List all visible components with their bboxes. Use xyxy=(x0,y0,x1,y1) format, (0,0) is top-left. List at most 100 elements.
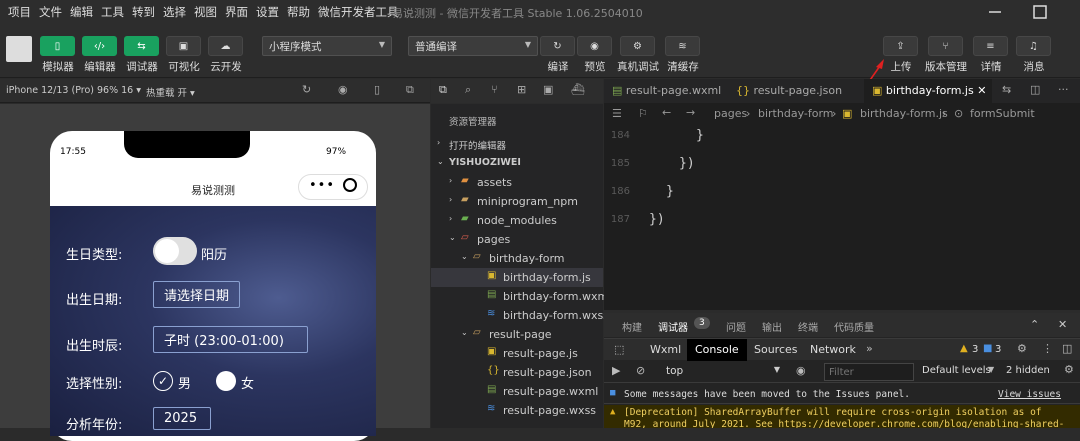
eye-icon[interactable]: ◉ xyxy=(796,364,806,377)
male-radio[interactable]: ✓ xyxy=(153,371,173,391)
open-editors-section[interactable]: › 打开的编辑器 xyxy=(431,135,603,154)
compile-select[interactable]: 普通编译 ▼ xyxy=(408,36,538,56)
tab-network[interactable]: Network xyxy=(802,339,864,361)
search-icon[interactable]: ⌕ xyxy=(465,83,471,97)
extensions-icon[interactable]: ⊞ xyxy=(517,83,526,96)
tab-issues[interactable]: 问题 xyxy=(726,319,746,334)
code-editor[interactable]: 184 } 185 }) 186 } 187 }) xyxy=(604,125,1080,310)
avatar[interactable] xyxy=(6,36,32,62)
tab-debugger[interactable]: 调试器 xyxy=(658,319,688,334)
stop-icon[interactable]: ◉ xyxy=(338,83,348,96)
split-icon[interactable]: ◫ xyxy=(1030,83,1040,96)
project-root[interactable]: ⌄ YISHUOZIWEI xyxy=(431,154,603,173)
compare-icon[interactable]: ⇆ xyxy=(1002,83,1011,96)
tree-item[interactable]: › ▰ assets xyxy=(431,173,603,192)
levels-select[interactable]: Default levels xyxy=(922,365,991,376)
gear-icon[interactable]: ⚙ xyxy=(1017,342,1027,355)
dock-icon[interactable]: ◫ xyxy=(1062,342,1072,355)
info-count[interactable]: 3 xyxy=(995,344,1001,355)
tree-item[interactable]: ⌄ ▱ result-page xyxy=(431,325,603,344)
tree-item[interactable]: ▣ birthday-form.js xyxy=(431,268,603,287)
docker-icon[interactable]: ⛴ xyxy=(571,83,585,96)
tab-console[interactable]: Console xyxy=(687,339,747,361)
close-icon[interactable]: ✕ xyxy=(1058,318,1067,331)
tab-build[interactable]: 构建 xyxy=(622,319,642,334)
maximize-button[interactable] xyxy=(1031,3,1049,21)
preview-button[interactable]: ◉ xyxy=(577,36,612,56)
upload-button[interactable]: ⇪ xyxy=(883,36,918,56)
mode-select[interactable]: 小程序模式 ▼ xyxy=(262,36,392,56)
view-issues-link[interactable]: View issues xyxy=(998,389,1061,400)
more-icon[interactable]: ··· xyxy=(1058,83,1069,96)
menu-project[interactable]: 项目 xyxy=(8,4,31,20)
tab-code-quality[interactable]: 代码质量 xyxy=(834,319,874,334)
context-select[interactable]: top ▼ xyxy=(660,362,784,380)
tree-item[interactable]: ▣ result-page.js xyxy=(431,344,603,363)
tree-item[interactable]: ≋ result-page.wxss xyxy=(431,401,603,420)
tree-item[interactable]: ⌄ ▱ pages xyxy=(431,230,603,249)
forward-arrow-icon[interactable]: → xyxy=(686,106,695,119)
simulator-button[interactable]: ▯ xyxy=(40,36,75,56)
gear-icon[interactable]: ⚙ xyxy=(1064,363,1074,376)
list-icon[interactable]: ☰ xyxy=(612,107,622,120)
year-picker[interactable]: 2025 xyxy=(153,407,211,430)
tree-item[interactable]: ▤ result-page.wxml xyxy=(431,382,603,401)
menu-file[interactable]: 文件 xyxy=(39,4,62,20)
birth-hour-picker[interactable]: 子时 (23:00-01:00) xyxy=(153,326,308,353)
capsule-menu[interactable]: ••• xyxy=(298,174,368,200)
tab-birthday-form-js[interactable]: ▣ birthday-form.js ✕ xyxy=(864,79,992,103)
calendar-toggle[interactable] xyxy=(153,237,197,265)
visual-button[interactable]: ▣ xyxy=(166,36,201,56)
more-vert-icon[interactable]: ⋮ xyxy=(1042,342,1053,355)
breadcrumb-symbol[interactable]: formSubmit xyxy=(970,107,1035,120)
sidebar-icon[interactable]: ▶ xyxy=(612,364,620,377)
tab-sources[interactable]: Sources xyxy=(746,339,806,361)
remote-debug-button[interactable]: ⚙ xyxy=(620,36,655,56)
chevron-up-icon[interactable]: ⌃ xyxy=(1030,318,1039,331)
tab-output[interactable]: 输出 xyxy=(762,319,782,334)
breadcrumb-file[interactable]: birthday-form.js xyxy=(860,107,948,120)
menu-settings[interactable]: 设置 xyxy=(256,4,279,20)
menu-goto[interactable]: 转到 xyxy=(132,4,155,20)
hotreload-toggle[interactable]: 热重载 开 ▾ xyxy=(146,85,195,99)
tree-item[interactable]: ▤ birthday-form.wxml xyxy=(431,287,611,306)
tree-item[interactable]: ≋ birthday-form.wxss xyxy=(431,306,609,325)
menu-interface[interactable]: 界面 xyxy=(225,4,248,20)
female-radio[interactable] xyxy=(216,371,236,391)
warning-count[interactable]: 3 xyxy=(972,344,978,355)
files-icon[interactable]: ⧉ xyxy=(439,83,447,97)
cloud-button[interactable]: ☁ xyxy=(208,36,243,56)
bookmark-icon[interactable]: ⚐ xyxy=(638,107,648,120)
compile-button[interactable]: ↻ xyxy=(540,36,575,56)
breadcrumb-folder[interactable]: birthday-form xyxy=(758,107,834,120)
git-icon[interactable]: ⑂ xyxy=(491,83,498,96)
editor-button[interactable]: ‹/› xyxy=(82,36,117,56)
messages-button[interactable]: ♫ xyxy=(1016,36,1051,56)
tab-result-page-json[interactable]: {} result-page.json xyxy=(728,79,864,103)
tab-wxml[interactable]: Wxml xyxy=(642,339,689,361)
close-icon[interactable] xyxy=(343,178,357,192)
window-icon[interactable]: ⧉ xyxy=(406,83,414,97)
menu-select[interactable]: 选择 xyxy=(163,4,186,20)
breadcrumb-pages[interactable]: pages xyxy=(714,107,747,120)
device-select[interactable]: iPhone 12/13 (Pro) 96% 16 ▾ xyxy=(6,85,141,96)
clear-cache-button[interactable]: ≋ xyxy=(665,36,700,56)
debugger-button[interactable]: ⇆ xyxy=(124,36,159,56)
phone-icon[interactable]: ▯ xyxy=(374,83,380,96)
clear-icon[interactable]: ⊘ xyxy=(636,364,645,377)
menu-view[interactable]: 视图 xyxy=(194,4,217,20)
filter-input[interactable] xyxy=(824,363,914,381)
details-button[interactable]: ≡ xyxy=(973,36,1008,56)
image-icon[interactable]: ▣ xyxy=(543,83,553,96)
tree-item[interactable]: {} result-page.json xyxy=(431,363,603,382)
inspect-icon[interactable]: ⬚ xyxy=(614,343,624,356)
version-button[interactable]: ⑂ xyxy=(928,36,963,56)
minimize-button[interactable] xyxy=(986,3,1004,21)
tab-terminal[interactable]: 终端 xyxy=(798,319,818,334)
close-icon[interactable]: ✕ xyxy=(977,84,986,97)
tree-item[interactable]: › ▰ miniprogram_npm xyxy=(431,192,603,211)
back-arrow-icon[interactable]: ← xyxy=(662,106,671,119)
tree-item[interactable]: ⌄ ▱ birthday-form xyxy=(431,249,603,268)
more-tabs-icon[interactable]: » xyxy=(866,342,873,355)
menu-help[interactable]: 帮助 xyxy=(287,4,310,20)
